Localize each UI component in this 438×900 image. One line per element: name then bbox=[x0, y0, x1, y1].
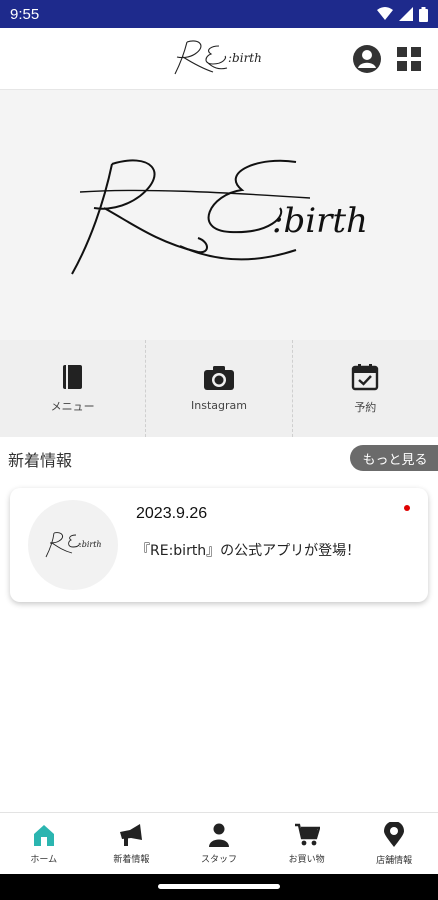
header-logo[interactable]: :birth bbox=[167, 38, 271, 80]
nav-label: スタッフ bbox=[200, 854, 237, 865]
camera-icon bbox=[203, 366, 234, 390]
grid-menu-button[interactable] bbox=[393, 43, 425, 75]
quick-menu-menu[interactable]: メニュー bbox=[0, 340, 147, 437]
unread-badge bbox=[404, 505, 410, 511]
nav-label: お買い物 bbox=[288, 854, 325, 865]
home-gesture-pill[interactable] bbox=[158, 884, 280, 889]
home-icon bbox=[33, 824, 54, 846]
location-pin-icon bbox=[384, 821, 405, 847]
system-nav-bar bbox=[0, 874, 438, 900]
cart-icon bbox=[294, 823, 320, 845]
quick-menu-instagram[interactable]: Instagram bbox=[146, 340, 293, 437]
book-icon bbox=[62, 364, 82, 389]
grid-menu-icon bbox=[397, 47, 421, 71]
calendar-check-icon bbox=[352, 363, 379, 390]
news-card[interactable]: :birth 2023.9.26 『RE:birth』の公式アプリが登場！ bbox=[10, 488, 428, 602]
more-button[interactable]: もっと見る bbox=[350, 445, 438, 471]
bottom-nav: ホーム 新着情報 スタッフ お買い物 店舗情報 bbox=[0, 812, 438, 874]
status-bar: 9:55 bbox=[0, 0, 438, 28]
status-time: 9:55 bbox=[10, 5, 40, 23]
account-icon bbox=[353, 45, 381, 73]
battery-icon bbox=[419, 6, 428, 22]
svg-text::birth: :birth bbox=[272, 201, 368, 241]
nav-shopping[interactable]: お買い物 bbox=[263, 813, 351, 874]
account-button[interactable] bbox=[351, 43, 383, 75]
nav-store-info[interactable]: 店舗情報 bbox=[350, 813, 438, 874]
megaphone-icon bbox=[120, 823, 143, 846]
nav-staff[interactable]: スタッフ bbox=[175, 813, 263, 874]
nav-label: 店舗情報 bbox=[376, 855, 413, 866]
nav-label: ホーム bbox=[30, 854, 58, 865]
hero-banner: :birth bbox=[0, 90, 438, 340]
news-thumbnail-logo: :birth bbox=[45, 532, 102, 558]
news-date: 2023.9.26 bbox=[136, 505, 208, 522]
hero-logo: :birth bbox=[71, 159, 368, 275]
quick-menu-label: 予約 bbox=[354, 400, 377, 414]
quick-menu-label: メニュー bbox=[50, 399, 95, 413]
quick-menu-reservation[interactable]: 予約 bbox=[293, 340, 438, 437]
quick-menu: メニュー Instagram 予約 bbox=[0, 340, 438, 437]
news-thumbnail: :birth bbox=[28, 500, 118, 590]
svg-text::birth: :birth bbox=[228, 51, 262, 65]
news-section-title: 新着情報 bbox=[8, 451, 73, 470]
person-icon bbox=[208, 823, 229, 847]
wifi-icon bbox=[377, 7, 393, 20]
status-icons bbox=[377, 6, 428, 22]
app-header: :birth bbox=[0, 28, 438, 90]
svg-text::birth: :birth bbox=[79, 540, 102, 549]
news-text: 『RE:birth』の公式アプリが登場！ bbox=[136, 543, 361, 559]
nav-label: 新着情報 bbox=[113, 854, 150, 865]
cellular-icon bbox=[399, 7, 413, 21]
nav-home[interactable]: ホーム bbox=[0, 813, 88, 874]
nav-news[interactable]: 新着情報 bbox=[88, 813, 176, 874]
quick-menu-label: Instagram bbox=[191, 399, 247, 412]
